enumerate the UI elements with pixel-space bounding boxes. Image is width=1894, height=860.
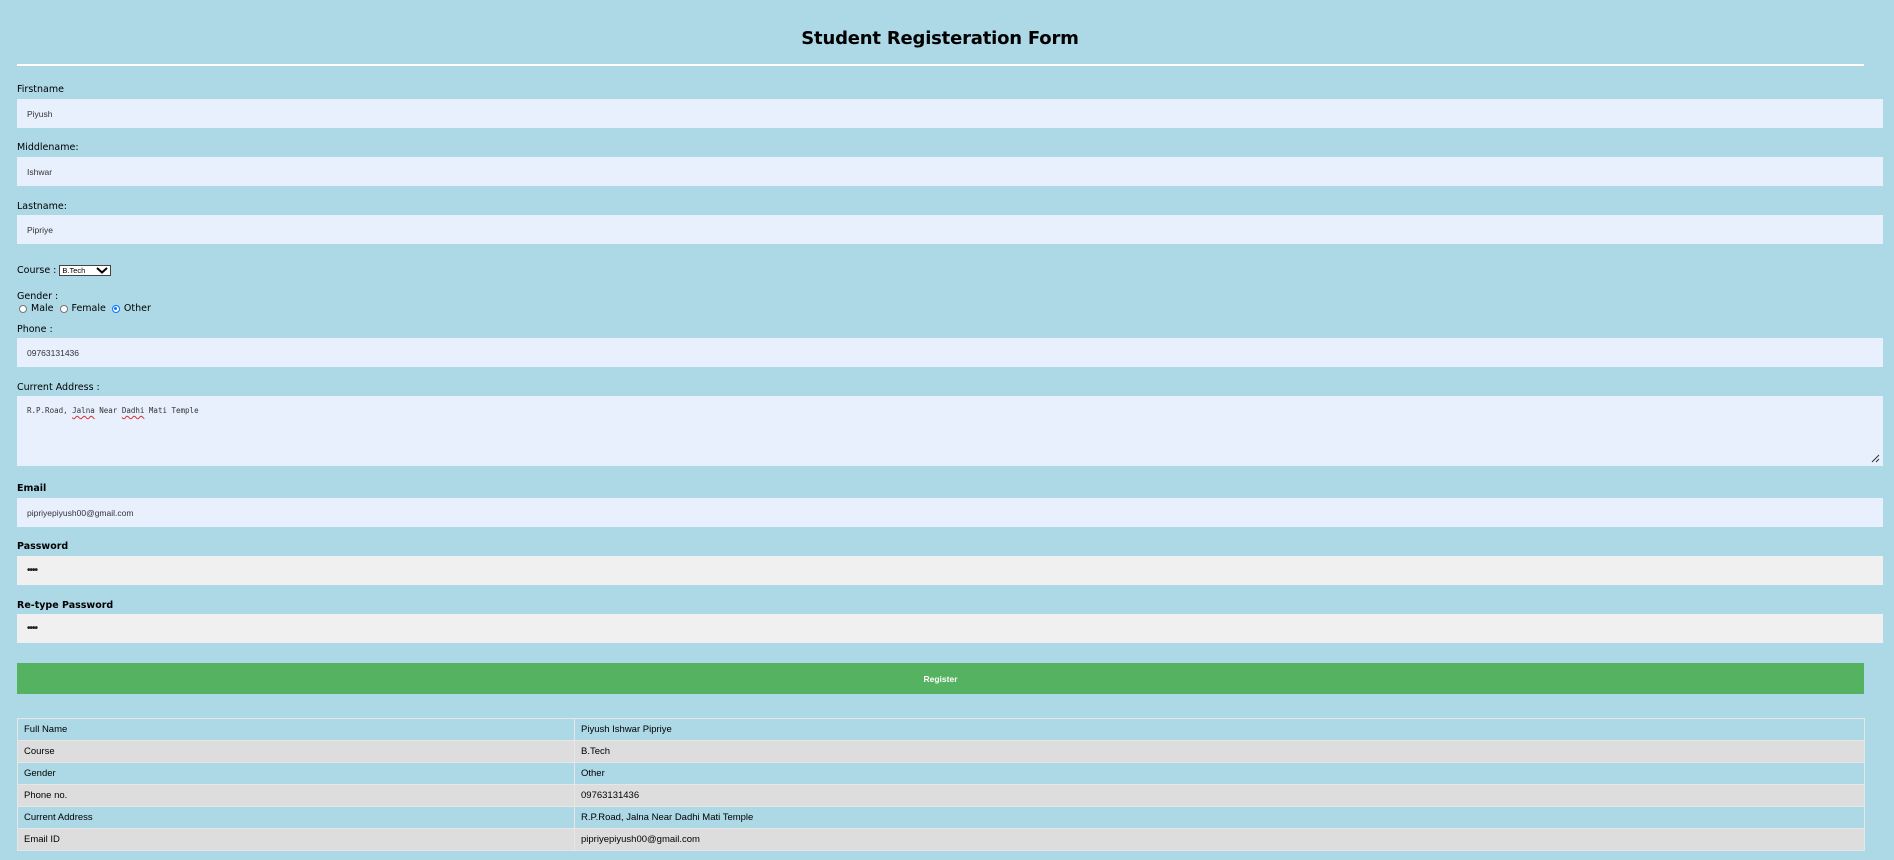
summary-table-body: Full Name Piyush Ishwar Pipriye Course B… [17,718,1865,851]
address-spellcheck-word: Dadhi [121,406,145,415]
email-label: Email [17,483,47,494]
retype-password-label: Re-type Password [17,600,114,611]
gender-female-label: Female [71,303,106,314]
table-row: Gender Other [17,762,1865,785]
course-label: Course : [17,265,57,276]
table-row: Full Name Piyush Ishwar Pipriye [17,718,1865,741]
summary-key: Current Address [17,806,575,829]
gender-label: Gender : [17,291,59,302]
password-label: Password [17,541,69,552]
resize-handle-icon[interactable] [1871,454,1880,463]
address-spellcheck-word: Jalna [72,406,95,415]
firstname-input[interactable] [17,99,1883,128]
table-row: Course B.Tech [17,740,1865,763]
address-textarea[interactable]: R.P.Road, Jalna Near Dadhi Mati Temple [17,396,1883,466]
table-row: Email ID pipriyepiyush00@gmail.com [17,828,1865,851]
middlename-input[interactable] [17,157,1883,186]
firstname-label: Firstname [17,84,64,95]
gender-male-radio[interactable] [19,304,27,313]
summary-key: Phone no. [17,784,575,807]
course-selected-value: B.Tech [62,266,86,275]
gender-other-label: Other [123,303,151,314]
summary-value: 09763131436 [574,784,1865,807]
table-row: Current Address R.P.Road, Jalna Near Dad… [17,806,1865,829]
table-row: Phone no. 09763131436 [17,784,1865,807]
summary-value: R.P.Road, Jalna Near Dadhi Mati Temple [574,806,1865,829]
summary-key: Course [17,740,575,763]
address-label: Current Address : [17,382,100,393]
course-row: Course : B.Tech [17,265,112,276]
lastname-input[interactable] [17,215,1883,244]
address-text-part: Mati Temple [144,406,199,415]
phone-input[interactable] [17,338,1883,367]
gender-radio-group: Male Female Other [19,303,157,314]
chevron-down-icon [96,267,109,274]
registration-page: Student Registeration Form Firstname Mid… [0,0,1894,860]
phone-label: Phone : [17,324,53,335]
page-title: Student Registeration Form [801,28,1079,49]
gender-male-label: Male [31,303,54,314]
summary-key: Gender [17,762,575,785]
middlename-label: Middlename: [17,142,79,153]
summary-key: Full Name [17,718,575,741]
register-button[interactable]: Register [17,663,1864,694]
summary-key: Email ID [17,828,575,851]
summary-value: Piyush Ishwar Pipriye [574,718,1865,741]
summary-value: Other [574,762,1865,785]
email-input[interactable] [17,498,1883,527]
gender-female-radio[interactable] [59,304,68,313]
title-divider [17,64,1864,66]
summary-table: Full Name Piyush Ishwar Pipriye Course B… [17,718,1865,851]
summary-value: pipriyepiyush00@gmail.com [574,828,1865,851]
address-text-part: R.P.Road, [27,406,73,415]
course-select[interactable]: B.Tech [59,265,112,276]
gender-other-radio[interactable] [111,304,120,313]
summary-value: B.Tech [574,740,1865,763]
lastname-label: Lastname: [17,201,67,212]
address-text-part: Near [94,406,122,415]
retype-password-input[interactable] [17,614,1883,643]
password-input[interactable] [17,556,1883,585]
